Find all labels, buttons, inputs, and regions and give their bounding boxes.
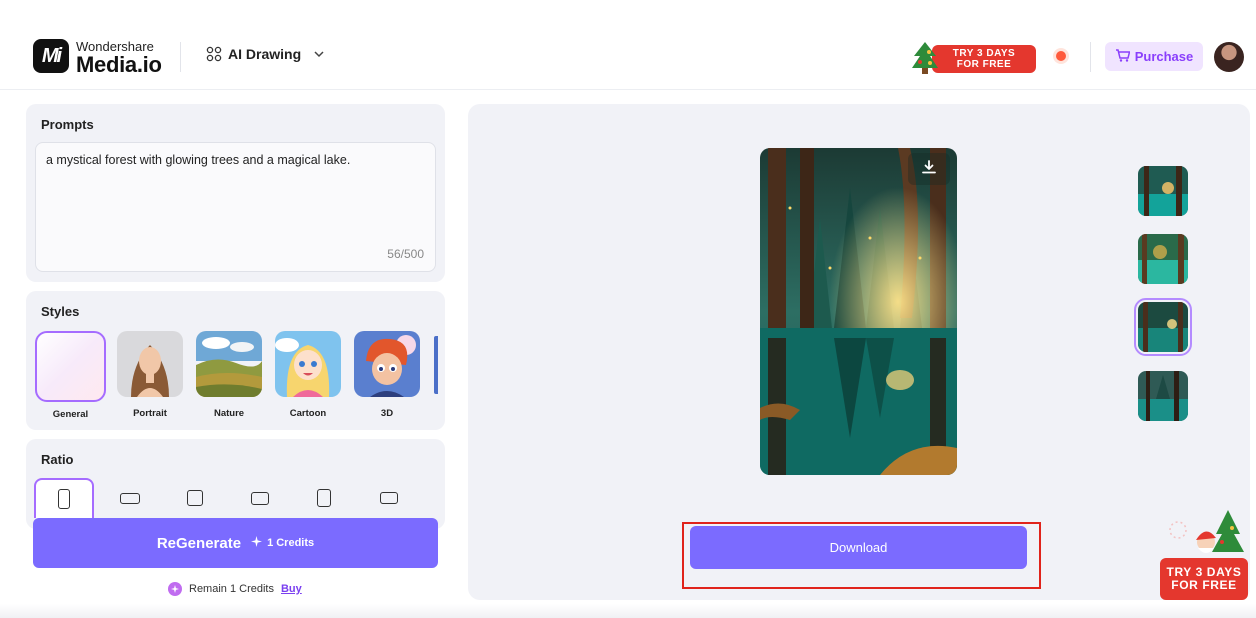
style-label: 3D — [380, 408, 394, 419]
ratio-square-icon — [187, 490, 203, 506]
bottom-edge-fade — [0, 604, 1256, 618]
brand-name[interactable]: Wondershare Media.io — [76, 40, 162, 76]
style-thumb-nature — [196, 331, 262, 397]
styles-title: Styles — [41, 304, 80, 319]
style-thumb-3d — [354, 331, 420, 397]
credits-label: 1 Credits — [267, 537, 315, 549]
ratio-option-square[interactable] — [165, 478, 225, 518]
remaining-credits-label: Remain 1 Credits — [189, 583, 274, 595]
style-label: Portrait — [133, 408, 167, 419]
media-io-logo[interactable]: Mi — [33, 39, 69, 73]
ratio-option-portrait[interactable] — [294, 478, 354, 518]
ratio-title: Ratio — [41, 452, 74, 467]
cart-icon — [1115, 48, 1131, 65]
style-label: Cartoon — [289, 408, 327, 419]
ratio-wide-icon — [120, 492, 140, 504]
notification-dot[interactable] — [1056, 51, 1066, 61]
prompt-text: a mystical forest with glowing trees and… — [46, 153, 351, 167]
free-trial-corner-box: TRY 3 DAYS FOR FREE — [1160, 558, 1248, 600]
style-option-nature[interactable]: Nature — [195, 331, 263, 419]
image-download-button[interactable] — [908, 153, 950, 185]
free-trial-pill: TRY 3 DAYS FOR FREE — [932, 45, 1036, 73]
style-option-cartoon[interactable]: Cartoon — [274, 331, 342, 419]
purchase-button[interactable]: Purchase — [1105, 42, 1203, 71]
tool-switcher-label: AI Drawing — [228, 46, 302, 62]
regenerate-credits: 1 Credits — [251, 536, 314, 550]
prompt-input[interactable]: a mystical forest with glowing trees and… — [35, 142, 436, 272]
ratio-portrait-icon — [58, 489, 70, 509]
christmas-decoration-icon — [1169, 510, 1244, 553]
ratio-panel: Ratio — [26, 439, 445, 529]
ratio-landscape-icon — [251, 491, 269, 505]
header-divider — [180, 42, 181, 72]
free-trial-banner[interactable]: TRY 3 DAYS FOR FREE — [910, 40, 1038, 76]
header-divider — [1090, 42, 1091, 72]
chevron-down-icon — [313, 48, 325, 60]
result-thumbnail-1[interactable] — [1138, 166, 1188, 216]
prompts-title: Prompts — [41, 117, 94, 132]
regenerate-button[interactable]: ReGenerate 1 Credits — [33, 518, 438, 568]
corner-promo-line2: FOR FREE — [1171, 578, 1237, 592]
top-header: Mi Wondershare Media.io AI Drawing TRY 3… — [0, 0, 1256, 90]
styles-panel: Styles General Portrait Nature Cartoon 3… — [26, 291, 445, 430]
style-label: General — [52, 409, 89, 420]
style-thumb-cartoon — [275, 331, 341, 397]
style-thumb-portrait — [117, 331, 183, 397]
christmas-tree-icon — [912, 42, 938, 74]
ratio-option-portrait-tall[interactable] — [34, 478, 94, 518]
ratio-option-landscape-alt[interactable] — [359, 478, 419, 518]
style-label: Nature — [213, 408, 245, 419]
user-avatar[interactable] — [1214, 42, 1244, 72]
tool-switcher[interactable]: AI Drawing — [206, 46, 325, 62]
prompts-panel: Prompts a mystical forest with glowing t… — [26, 104, 445, 282]
style-option-more[interactable] — [434, 336, 438, 394]
download-button[interactable]: Download — [690, 526, 1027, 569]
generated-image[interactable] — [760, 148, 957, 475]
regenerate-label: ReGenerate — [156, 534, 242, 552]
grid-icon — [206, 46, 222, 62]
download-icon — [921, 159, 937, 180]
style-thumb-general — [35, 331, 106, 402]
ratio-option-landscape[interactable] — [230, 478, 290, 518]
result-thumbnail-3[interactable] — [1134, 298, 1192, 356]
ratio-option-wide[interactable] — [100, 478, 160, 518]
free-trial-line1: TRY 3 DAYS — [952, 48, 1016, 59]
remaining-credits: Remain 1 Credits Buy — [168, 582, 302, 596]
style-option-general[interactable]: General — [34, 331, 107, 420]
free-trial-corner-promo[interactable]: TRY 3 DAYS FOR FREE — [1158, 508, 1250, 602]
credit-coin-icon — [168, 582, 182, 596]
style-option-3d[interactable]: 3D — [353, 331, 421, 419]
purchase-label: Purchase — [1134, 49, 1194, 64]
prompt-char-count: 56/500 — [387, 247, 424, 261]
ratio-landscape-alt-icon — [380, 492, 398, 504]
result-thumbnail-4[interactable] — [1138, 371, 1188, 421]
free-trial-line2: FOR FREE — [956, 59, 1012, 70]
style-option-portrait[interactable]: Portrait — [116, 331, 184, 419]
sparkle-icon — [251, 536, 263, 550]
brand-bottom-text: Media.io — [76, 52, 162, 77]
ratio-portrait-short-icon — [317, 489, 331, 507]
buy-link[interactable]: Buy — [281, 583, 302, 595]
result-thumbnail-2[interactable] — [1138, 234, 1188, 284]
